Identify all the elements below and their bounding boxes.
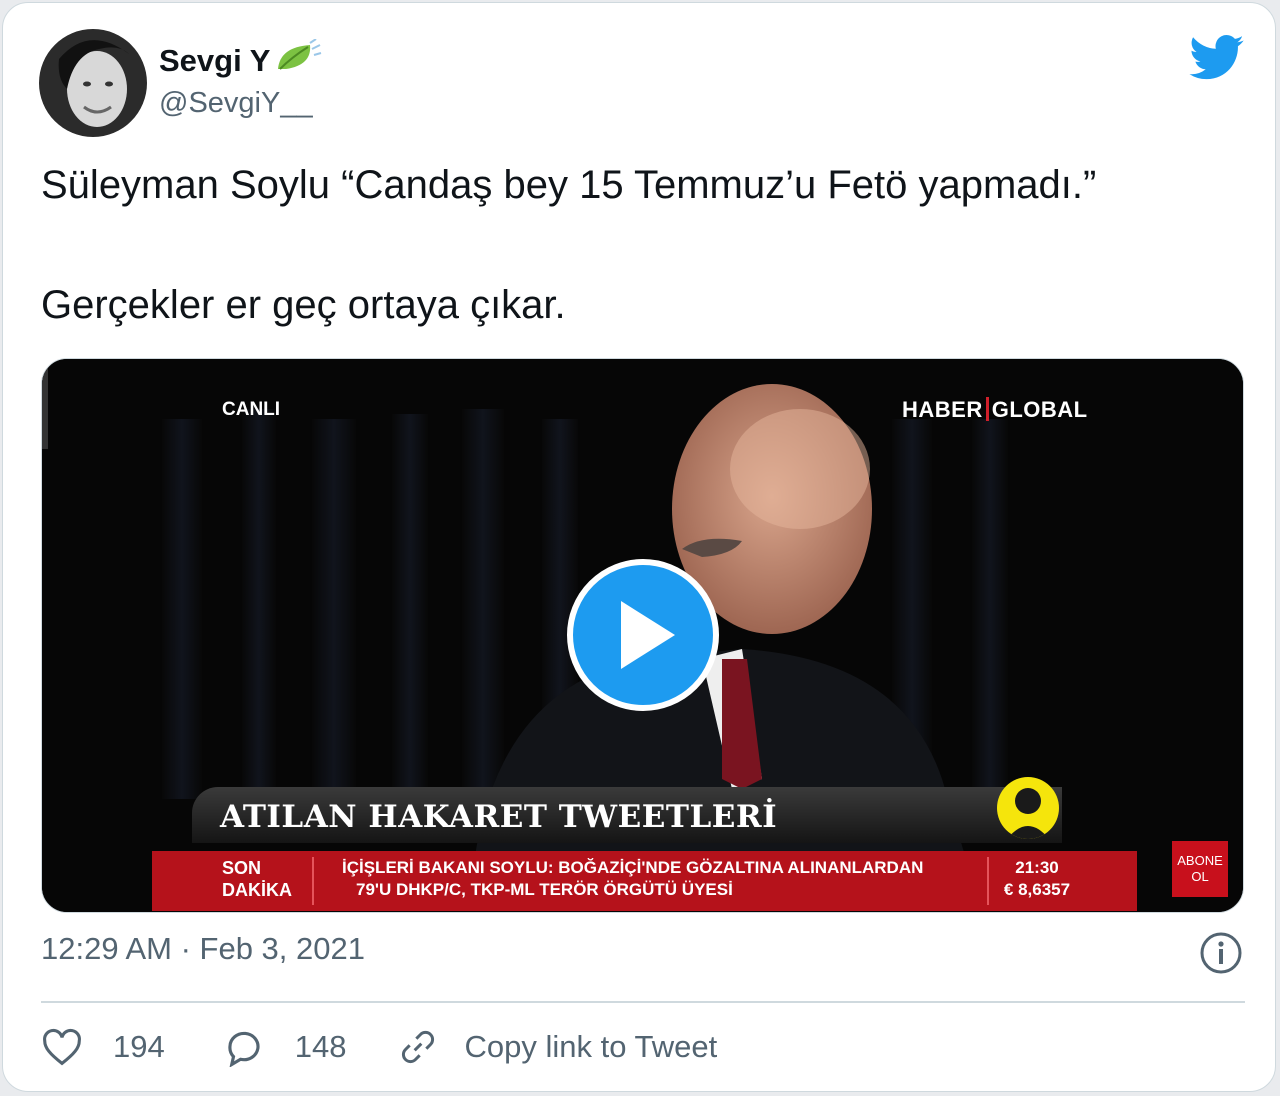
info-icon[interactable] — [1199, 931, 1243, 975]
live-label: CANLI — [222, 399, 281, 420]
copy-link-action[interactable]: Copy link to Tweet — [398, 1027, 717, 1067]
lower-third-banner: ATILAN HAKARET TWEETLERİ — [192, 787, 1062, 843]
channel-name-left: HABER — [902, 397, 983, 422]
ticker-label-2: DAKİKA — [222, 880, 292, 900]
author-name[interactable]: Sevgi Y — [159, 43, 270, 79]
ticker-headline: İÇİŞLERİ BAKANI SOYLU: BOĞAZİÇİ'NDE GÖZA… — [342, 857, 923, 901]
ticker-time: 21:30 — [1015, 858, 1059, 877]
ticker-divider — [312, 857, 314, 905]
heart-icon — [43, 1028, 81, 1066]
like-count: 194 — [113, 1029, 165, 1064]
like-action[interactable]: 194 — [41, 1028, 165, 1066]
subscribe-line-1: ABONE — [1177, 853, 1223, 868]
ticker-line-2: 79'U DHKP/C, TKP-ML TERÖR ÖRGÜTÜ ÜYESİ — [356, 880, 733, 899]
ticker-divider — [987, 857, 989, 905]
channel-separator — [985, 397, 989, 421]
channel-name-right: GLOBAL — [991, 397, 1088, 422]
leaf-icon — [274, 38, 322, 83]
subscribe-line-2: OL — [1191, 869, 1209, 884]
news-ticker: SON DAKİKA İÇİŞLERİ BAKANI SOYLU: BOĞAZİ… — [152, 851, 1137, 911]
tweet-card: Sevgi Y @SevgiY__ Süleyman Soylu “Candaş… — [2, 2, 1276, 1092]
play-button[interactable] — [567, 559, 719, 711]
video-player[interactable]: CANLI HABER GLOBAL ATILAN HAKARET TWEETLE… — [41, 358, 1244, 913]
banner-text: ATILAN HAKARET TWEETLERİ — [220, 799, 778, 835]
tweet-text: Süleyman Soylu “Candaş bey 15 Temmuz’u F… — [41, 163, 1097, 327]
ticker-rate: € 8,6357 — [1003, 880, 1071, 899]
ticker-label: SON DAKİKA — [222, 857, 292, 901]
avatar[interactable] — [39, 29, 147, 137]
ticker-label-1: SON — [222, 858, 262, 878]
subscribe-badge: ABONE OL — [1172, 841, 1228, 897]
twitter-bird-icon[interactable] — [1189, 35, 1245, 81]
program-logo — [997, 777, 1059, 839]
author-name-row[interactable]: Sevgi Y — [159, 38, 322, 83]
action-bar: 194 148 Copy link to Tweet — [41, 1025, 717, 1069]
tweet-timestamp[interactable]: 12:29 AM · Feb 3, 2021 — [41, 931, 365, 967]
divider — [41, 1001, 1245, 1003]
link-icon — [402, 1030, 435, 1064]
author-handle[interactable]: @SevgiY__ — [159, 87, 313, 120]
play-icon — [621, 601, 675, 669]
reply-action[interactable]: 148 — [223, 1027, 347, 1067]
reply-icon — [228, 1031, 260, 1067]
ticker-line-1: İÇİŞLERİ BAKANI SOYLU: BOĞAZİÇİ'NDE GÖZA… — [342, 858, 924, 877]
reply-count: 148 — [294, 1029, 347, 1064]
ticker-time-block: 21:30 € 8,6357 — [992, 857, 1082, 901]
copy-link-label: Copy link to Tweet — [464, 1029, 718, 1064]
channel-logo: HABER GLOBAL — [902, 397, 1088, 423]
